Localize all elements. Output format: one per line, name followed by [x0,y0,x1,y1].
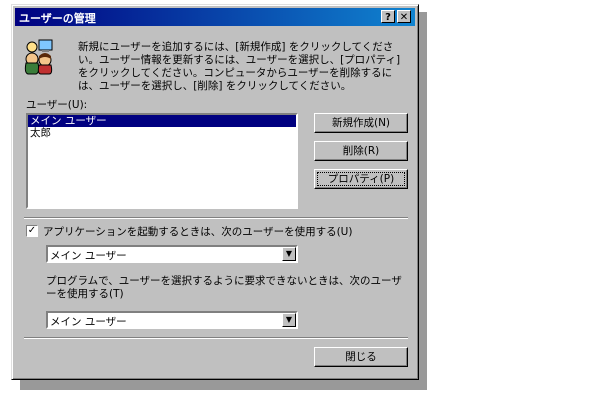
chevron-down-icon[interactable]: ▼ [282,313,296,327]
program-user-select-value: メイン ユーザー [50,316,127,328]
program-user-label: プログラムで、ユーザーを選択するように要求できないときは、次のユーザーを使用する… [46,275,402,300]
program-user-select[interactable]: メイン ユーザー ▼ [46,311,298,329]
delete-user-button[interactable]: 削除(R) [314,141,408,161]
users-listbox[interactable]: メイン ユーザー 太郎 [26,113,298,209]
user-management-dialog: ユーザーの管理 ? ✕ 新規にユーザーを追加するには、[新規作成] をクリックし… [11,4,419,380]
title-bar: ユーザーの管理 ? ✕ [15,8,415,26]
new-user-button[interactable]: 新規作成(N) [314,113,408,133]
description-text: 新規にユーザーを追加するには、[新規作成] をクリックしてください。ユーザー情報… [78,41,401,92]
users-icon [24,39,53,75]
separator-bottom [24,337,408,339]
startup-user-select[interactable]: メイン ユーザー ▼ [46,245,298,263]
startup-user-select-value: メイン ユーザー [50,250,127,262]
users-list-label: ユーザー(U): [26,99,88,111]
close-button[interactable]: 閉じる [314,347,408,367]
user-list-item-main[interactable]: メイン ユーザー [28,115,296,127]
chevron-down-icon[interactable]: ▼ [282,247,296,261]
startup-user-checkbox[interactable]: ✓ [26,225,38,237]
startup-user-checkbox-label[interactable]: アプリケーションを起動するときは、次のユーザーを使用する(U) [43,224,352,239]
properties-button[interactable]: プロパティ(P) [314,169,408,189]
close-window-button[interactable]: ✕ [397,10,411,23]
user-list-item-taro[interactable]: 太郎 [28,127,296,139]
window-title: ユーザーの管理 [19,12,96,25]
help-button[interactable]: ? [381,10,395,23]
separator-top [24,217,408,219]
